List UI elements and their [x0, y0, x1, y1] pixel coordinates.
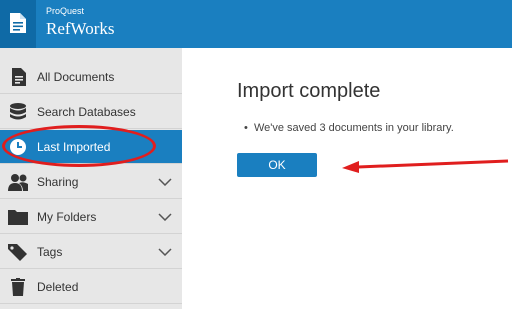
trash-icon	[11, 278, 25, 296]
sidebar-item-label: Deleted	[37, 280, 79, 294]
ok-button[interactable]: OK	[237, 153, 317, 177]
people-icon	[8, 174, 28, 191]
document-icon	[10, 13, 26, 33]
folder-icon	[8, 210, 28, 225]
page-title: Import complete	[237, 80, 381, 102]
sidebar-item-tags[interactable]: Tags	[0, 235, 182, 269]
brand-proquest: ProQuest	[46, 6, 85, 16]
sidebar-item-my-folders[interactable]: My Folders	[0, 200, 182, 234]
clock-icon	[10, 139, 26, 155]
import-message-text: We've saved 3 documents in your library.	[253, 122, 454, 134]
sidebar-item-label: Last Imported	[37, 140, 111, 154]
sidebar-item-deleted[interactable]: Deleted	[0, 270, 182, 304]
sidebar: All Documents Search Databases Last Impo…	[0, 48, 182, 309]
database-icon	[10, 103, 26, 120]
brand-refworks[interactable]: RefWorks	[46, 19, 115, 39]
document-icon	[12, 68, 26, 86]
app-logo[interactable]	[0, 0, 36, 48]
top-bar: ProQuest RefWorks	[0, 0, 512, 48]
tag-icon	[8, 244, 27, 261]
sidebar-item-label: Tags	[37, 245, 63, 259]
chevron-down-icon[interactable]	[158, 213, 172, 221]
import-message: • We've saved 3 documents in your librar…	[244, 122, 454, 134]
chevron-down-icon[interactable]	[158, 248, 172, 256]
chevron-down-icon[interactable]	[158, 178, 172, 186]
sidebar-item-label: Sharing	[37, 175, 79, 189]
sidebar-item-label: Search Databases	[37, 105, 136, 119]
sidebar-item-label: All Documents	[37, 70, 115, 84]
sidebar-item-last-imported[interactable]: Last Imported	[0, 130, 182, 164]
arrow-annotation-icon	[342, 159, 509, 173]
sidebar-item-label: My Folders	[37, 210, 97, 224]
bullet-icon: •	[244, 122, 254, 134]
sidebar-item-search-databases[interactable]: Search Databases	[0, 95, 182, 129]
sidebar-item-sharing[interactable]: Sharing	[0, 165, 182, 199]
sidebar-item-all-documents[interactable]: All Documents	[0, 60, 182, 94]
